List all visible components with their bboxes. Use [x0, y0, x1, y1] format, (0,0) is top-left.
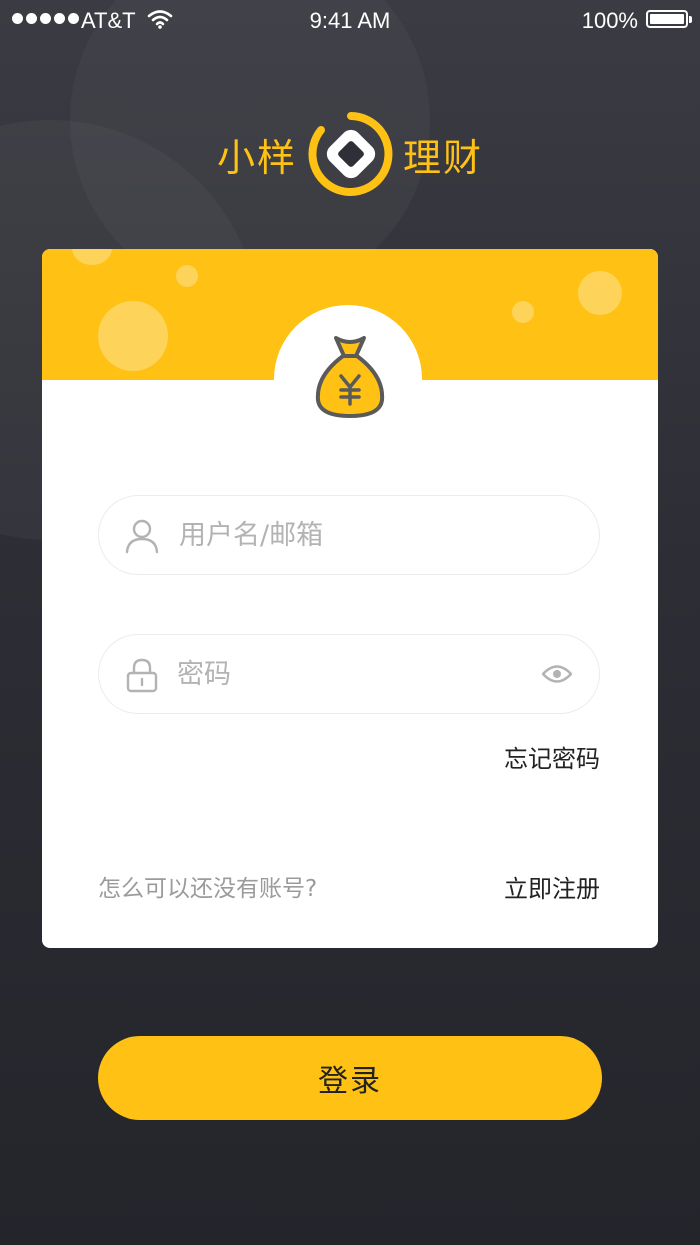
username-field[interactable] — [98, 495, 600, 575]
forgot-password-link[interactable]: 忘记密码 — [504, 739, 600, 774]
decorative-bubble — [578, 271, 622, 315]
login-screen: AT&T 9:41 AM 100% 小样 理财 用户名/邮箱 忘记密码 怎么可以… — [0, 0, 700, 1245]
decorative-bubble — [72, 249, 112, 265]
login-card: 忘记密码 怎么可以还没有账号? 立即注册 — [42, 249, 658, 948]
lock-icon — [126, 658, 158, 693]
password-input[interactable] — [177, 653, 537, 695]
no-account-prompt: 怎么可以还没有账号? — [98, 876, 318, 902]
battery-icon — [646, 10, 692, 28]
app-logo: 小样 理财 — [0, 108, 700, 200]
brand-name-left: 小样 — [216, 135, 297, 180]
decorative-bubble — [512, 301, 534, 323]
decorative-bubble — [176, 265, 198, 287]
brand-logo-icon — [308, 112, 393, 196]
money-bag-icon — [315, 336, 385, 418]
status-bar: AT&T 9:41 AM 100% — [0, 0, 700, 40]
user-icon — [125, 519, 159, 554]
login-button[interactable]: 登录 — [98, 1036, 602, 1120]
username-input[interactable] — [179, 514, 539, 556]
register-link[interactable]: 立即注册 — [504, 869, 600, 904]
password-field[interactable] — [98, 634, 600, 714]
battery-percentage: 100% — [581, 8, 638, 33]
brand-name-right: 理财 — [403, 135, 484, 180]
decorative-bubble — [98, 301, 168, 371]
eye-icon[interactable] — [541, 663, 573, 685]
